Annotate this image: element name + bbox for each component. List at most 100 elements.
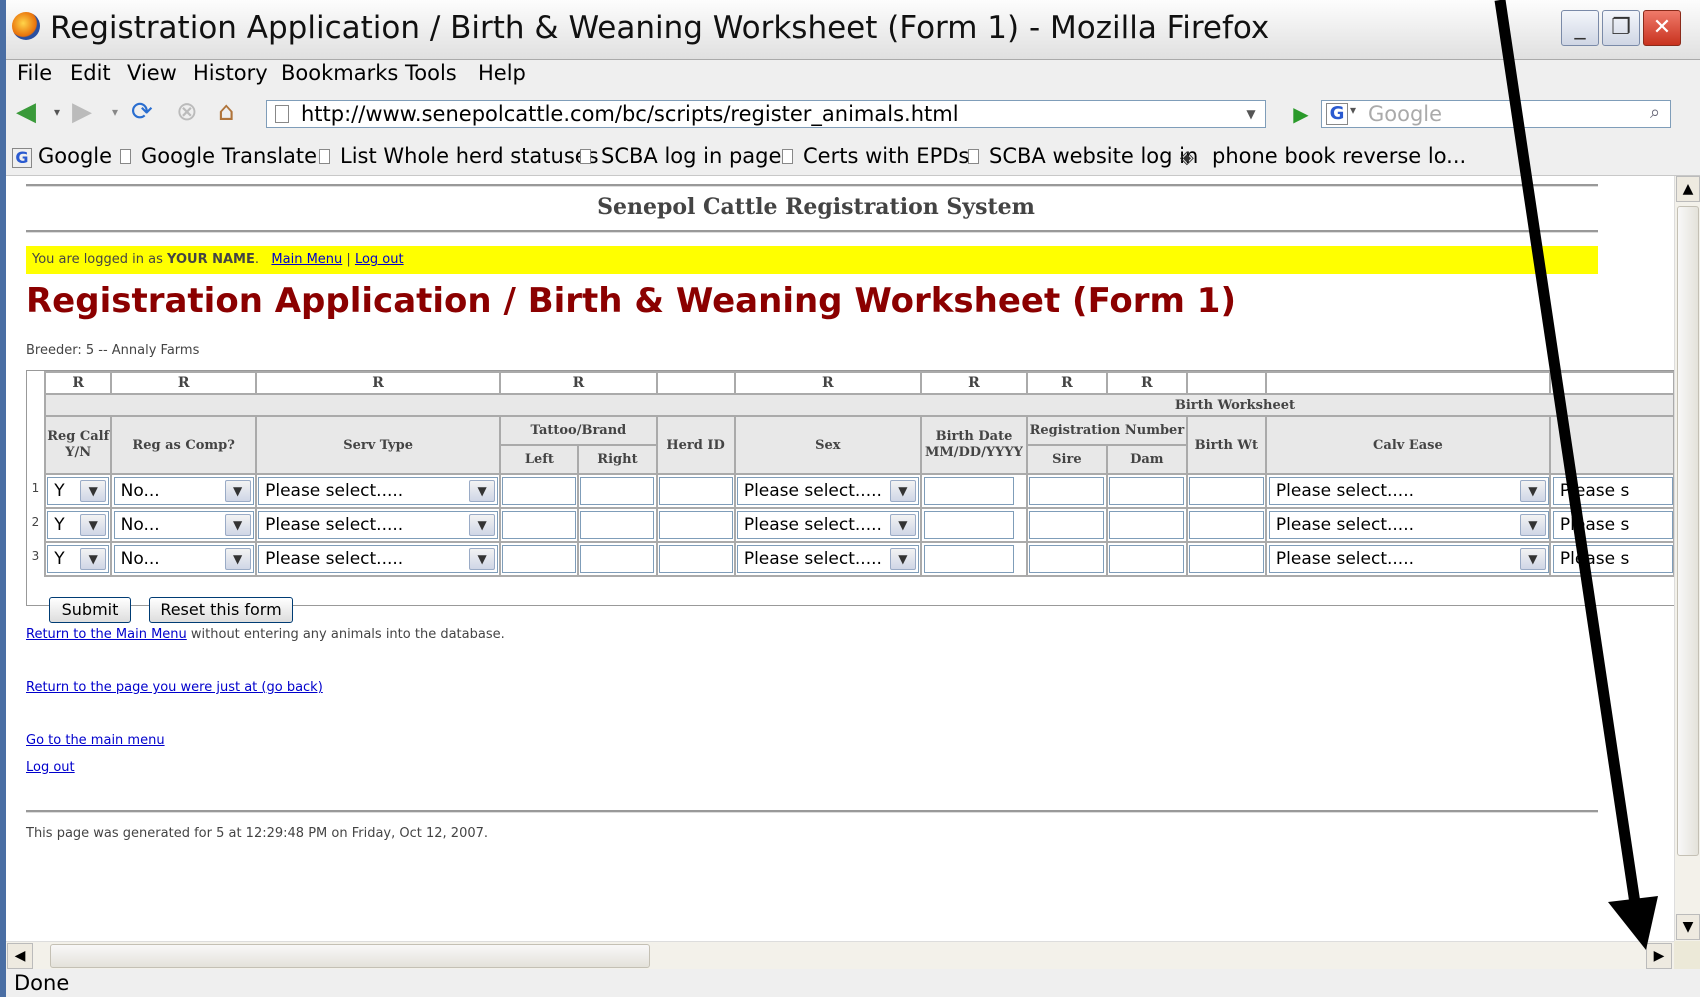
submit-button[interactable]: Submit [49,597,131,623]
birth-wt-input[interactable] [1188,545,1264,573]
dam-input[interactable] [1109,511,1185,539]
header-row: Reg Calf Y/N Reg as Comp? Serv Type Tatt… [43,415,1674,475]
scroll-up-icon[interactable]: ▲ [1676,176,1700,202]
extra-select[interactable]: Please s [1552,477,1672,505]
stop-icon[interactable]: ⊗ [176,98,198,126]
sex-select[interactable]: Please select..... ▼ [736,545,919,573]
chevron-down-icon: ▼ [469,514,496,536]
birth-wt-input[interactable] [1188,477,1264,505]
dam-input[interactable] [1109,545,1185,573]
reload-icon[interactable]: ⟳ [131,98,153,126]
vertical-scrollbar[interactable]: ▲ ▼ [1674,176,1700,941]
back-icon[interactable]: ◀ [16,98,36,126]
sex-select[interactable]: Please select..... ▼ [736,511,919,539]
url-bar[interactable]: http://www.senepolcattle.com/bc/scripts/… [266,100,1266,128]
scroll-right-icon[interactable]: ▶ [1646,943,1672,969]
bookmark-google-translate[interactable]: Google Translate [120,144,317,168]
serv-type-select[interactable]: Please select..... ▼ [258,477,499,505]
go-icon[interactable]: ▶ [1286,100,1316,128]
main-menu-link[interactable]: Main Menu [271,252,342,267]
tattoo-left-input[interactable] [502,545,577,573]
back-dropdown-icon[interactable]: ▾ [54,98,60,126]
chevron-down-icon: ▼ [224,514,251,536]
reg-comp-select[interactable]: No... ▼ [113,477,254,505]
dam-input[interactable] [1109,477,1185,505]
reg-calf-select[interactable]: Y ▼ [47,511,110,539]
required-marker-empty [1185,371,1267,395]
forward-icon[interactable]: ▶ [72,98,92,126]
forward-dropdown-icon[interactable]: ▾ [112,98,118,126]
menu-edit[interactable]: Edit [70,60,111,86]
menu-file[interactable]: File [17,60,52,86]
scroll-left-icon[interactable]: ◀ [7,943,33,969]
herd-id-input[interactable] [658,477,733,505]
extra-select[interactable]: Please s [1552,545,1672,573]
sire-input[interactable] [1029,511,1105,539]
reg-calf-select[interactable]: Y ▼ [47,545,110,573]
birth-date-input[interactable] [924,477,1015,505]
search-icon[interactable]: ⌕ [1642,102,1668,126]
close-button[interactable]: ✕ [1643,10,1681,46]
birth-date-input[interactable] [924,545,1015,573]
url-text: http://www.senepolcattle.com/bc/scripts/… [301,102,959,126]
calv-ease-select[interactable]: Please select..... ▼ [1268,477,1548,505]
horizontal-scrollbar[interactable]: ◀ ▶ [6,941,1674,969]
page-icon [275,105,289,123]
bookmark-scba-login[interactable]: SCBA log in page [580,144,781,168]
table-row: Y ▼ No... ▼ Please select..... ▼ Please sel… [43,541,1674,577]
tattoo-right-input[interactable] [580,477,655,505]
tattoo-right-input[interactable] [580,511,655,539]
page-icon [120,149,131,164]
browser-window: Registration Application / Birth & Weani… [6,0,1700,997]
col-birth-wt: Birth Wt [1185,415,1267,475]
calv-ease-select[interactable]: Please select..... ▼ [1268,545,1548,573]
logout-bottom-link[interactable]: Log out [26,760,75,775]
calv-ease-select[interactable]: Please select..... ▼ [1268,511,1548,539]
menu-help[interactable]: Help [478,60,526,86]
reg-calf-select[interactable]: Y ▼ [47,477,110,505]
menu-bookmarks[interactable]: Bookmarks [281,60,398,86]
reset-button[interactable]: Reset this form [149,597,293,623]
sire-input[interactable] [1029,545,1105,573]
return-main-link[interactable]: Return to the Main Menu [26,627,187,642]
col-reg-calf: Reg Calf Y/N [43,415,113,475]
bookmark-herd-statuses[interactable]: List Whole herd statuses [319,144,599,168]
tattoo-left-input[interactable] [502,477,577,505]
maximize-button[interactable]: ❐ [1602,10,1640,46]
minimize-button[interactable]: _ [1561,10,1599,46]
herd-id-input[interactable] [658,545,733,573]
scroll-down-icon[interactable]: ▼ [1676,914,1700,940]
go-back-link[interactable]: Return to the page you were just at (go … [26,680,323,695]
login-suffix: . [254,252,260,267]
google-icon[interactable]: G [1326,103,1348,125]
search-box[interactable]: G ▾ Google ⌕ [1321,100,1671,128]
required-marker-empty [1264,371,1551,395]
menu-tools[interactable]: Tools [405,60,457,86]
serv-type-select[interactable]: Please select..... ▼ [258,511,499,539]
bookmark-scba-website[interactable]: SCBA website log in [968,144,1198,168]
birth-wt-input[interactable] [1188,511,1264,539]
menu-history[interactable]: History [193,60,268,86]
tattoo-right-input[interactable] [580,545,655,573]
reg-comp-select[interactable]: No... ▼ [113,511,254,539]
sire-input[interactable] [1029,477,1105,505]
vertical-scroll-thumb[interactable] [1677,206,1699,856]
search-engine-dropdown-icon[interactable]: ▾ [1350,103,1356,117]
sex-select[interactable]: Please select..... ▼ [736,477,919,505]
table-row: Y ▼ No... ▼ Please select..... ▼ Please sel… [43,473,1674,509]
logout-link[interactable]: Log out [355,252,404,267]
extra-select[interactable]: Please s [1552,511,1672,539]
home-icon[interactable]: ⌂ [218,98,235,126]
menu-view[interactable]: View [127,60,177,86]
tattoo-left-input[interactable] [502,511,577,539]
birth-date-input[interactable] [924,511,1015,539]
herd-id-input[interactable] [658,511,733,539]
reg-comp-select[interactable]: No... ▼ [113,545,254,573]
bookmark-phone-book[interactable]: ◈ phone book reverse lo... [1180,144,1466,170]
go-main-menu-link[interactable]: Go to the main menu [26,733,165,748]
bookmark-google[interactable]: G Google [12,144,112,168]
horizontal-scroll-thumb[interactable] [50,944,650,968]
serv-type-select[interactable]: Please select..... ▼ [258,545,499,573]
url-history-dropdown-icon[interactable]: ▼ [1239,101,1263,127]
bookmark-certs-epds[interactable]: Certs with EPDs [782,144,969,168]
